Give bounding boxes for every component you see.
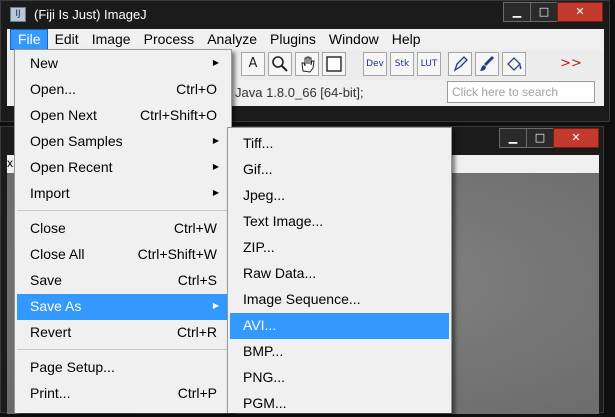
submenu-item-label: Image Sequence...	[243, 291, 361, 307]
menu-item-label: Open...	[30, 81, 76, 97]
menu-item-label: Save	[30, 272, 62, 288]
menu-file[interactable]: File	[10, 29, 48, 50]
menu-item-label: Print...	[30, 385, 71, 401]
menu-item-save-as[interactable]: Save As ▶	[17, 294, 229, 320]
menu-item-label: Page Setup...	[30, 359, 115, 375]
submenu-item-jpeg[interactable]: Jpeg...	[230, 183, 449, 209]
menu-item-print[interactable]: Print... Ctrl+P	[17, 381, 229, 407]
submenu-arrow-icon: ▶	[212, 301, 219, 310]
submenu-item-label: Raw Data...	[243, 265, 317, 281]
menu-image[interactable]: Image	[85, 29, 137, 50]
menu-item-shortcut: Ctrl+W	[173, 220, 217, 236]
menu-item-save[interactable]: Save Ctrl+S	[17, 268, 229, 294]
image-close-button[interactable]: ✕	[553, 128, 599, 148]
submenu-item-label: Jpeg...	[243, 187, 286, 203]
submenu-item-label: Gif...	[243, 161, 273, 177]
submenu-item-zip[interactable]: ZIP...	[230, 235, 449, 261]
search-field[interactable]: Click here to search	[447, 81, 595, 103]
maximize-button[interactable]: □	[530, 2, 558, 22]
status-text: Java 1.8.0_66 [64-bit];	[235, 85, 364, 100]
menu-item-open-recent[interactable]: Open Recent ▶	[17, 155, 229, 181]
submenu-item-label: PGM...	[243, 395, 287, 411]
submenu-item-pgm[interactable]: PGM...	[230, 391, 449, 417]
text-tool[interactable]: A	[241, 52, 265, 76]
menu-item-new[interactable]: New ▶	[17, 51, 229, 77]
file-menu: New ▶ Open... Ctrl+O Open Next Ctrl+Shif…	[14, 49, 232, 413]
menu-item-page-setup[interactable]: Page Setup...	[17, 355, 229, 381]
menu-item-shortcut: Ctrl+P	[177, 385, 217, 401]
menu-item-shortcut: Ctrl+Shift+W	[137, 246, 217, 262]
submenu-item-gif[interactable]: Gif...	[230, 157, 449, 183]
menu-item-label: Close All	[30, 246, 85, 262]
submenu-item-label: AVI...	[243, 317, 277, 333]
menu-separator	[17, 349, 229, 350]
close-button[interactable]: ✕	[557, 2, 603, 22]
title-bar[interactable]: IJ (Fiji Is Just) ImageJ ▁ □ ✕	[1, 1, 609, 28]
flood-fill-icon[interactable]	[502, 52, 526, 76]
submenu-item-label: PNG...	[243, 369, 286, 385]
window-title: (Fiji Is Just) ImageJ	[34, 7, 147, 22]
save-as-submenu: Tiff... Gif... Jpeg... Text Image... ZIP…	[227, 127, 452, 413]
imagej-app-icon: IJ	[10, 7, 26, 22]
menu-item-label: Import	[30, 185, 70, 201]
menu-plugins[interactable]: Plugins	[263, 29, 322, 50]
menu-edit[interactable]: Edit	[48, 29, 85, 50]
menu-item-close-all[interactable]: Close All Ctrl+Shift+W	[17, 242, 229, 268]
submenu-item-tiff[interactable]: Tiff...	[230, 131, 449, 157]
submenu-item-label: Text Image...	[243, 213, 324, 229]
menu-window[interactable]: Window	[322, 29, 385, 50]
menu-item-shortcut: Ctrl+S	[177, 272, 217, 288]
menu-item-shortcut: Ctrl+Shift+O	[139, 107, 217, 123]
menu-item-label: Revert	[30, 324, 72, 340]
submenu-item-bmp[interactable]: BMP...	[230, 339, 449, 365]
submenu-item-avi[interactable]: AVI...	[230, 313, 449, 339]
menu-item-close[interactable]: Close Ctrl+W	[17, 216, 229, 242]
hand-icon[interactable]	[295, 52, 319, 76]
menu-item-label: Open Next	[30, 107, 97, 123]
lut-tool[interactable]: LUT	[417, 52, 441, 76]
color-picker-icon[interactable]	[322, 52, 346, 76]
submenu-arrow-icon: ▶	[212, 58, 219, 67]
menu-item-label: Save As	[30, 298, 82, 314]
menu-item-shortcut: Ctrl+O	[176, 81, 217, 97]
menu-item-label: Close	[30, 220, 66, 236]
more-tools-icon[interactable]: >>	[559, 52, 583, 76]
menu-item-label: New	[30, 55, 59, 71]
minimize-button[interactable]: ▁	[503, 2, 531, 22]
submenu-item-raw-data[interactable]: Raw Data...	[230, 261, 449, 287]
menu-process[interactable]: Process	[137, 29, 201, 50]
image-minimize-button[interactable]: ▁	[499, 128, 527, 148]
menu-item-open[interactable]: Open... Ctrl+O	[17, 77, 229, 103]
menu-item-open-samples[interactable]: Open Samples ▶	[17, 129, 229, 155]
submenu-arrow-icon: ▶	[212, 188, 219, 197]
menu-item-revert[interactable]: Revert Ctrl+R	[17, 320, 229, 346]
menu-item-shortcut: Ctrl+R	[176, 324, 217, 340]
brush-icon[interactable]	[475, 52, 499, 76]
image-maximize-button[interactable]: □	[526, 128, 554, 148]
submenu-item-png[interactable]: PNG...	[230, 365, 449, 391]
submenu-arrow-icon: ▶	[212, 162, 219, 171]
menu-bar: File Edit Image Process Analyze Plugins …	[7, 29, 604, 50]
submenu-item-text-image[interactable]: Text Image...	[230, 209, 449, 235]
menu-help[interactable]: Help	[385, 29, 427, 50]
submenu-arrow-icon: ▶	[212, 136, 219, 145]
menu-item-import[interactable]: Import ▶	[17, 181, 229, 207]
submenu-item-image-sequence[interactable]: Image Sequence...	[230, 287, 449, 313]
menu-item-label: Open Samples	[30, 133, 123, 149]
menu-separator	[17, 210, 229, 211]
stk-tool[interactable]: Stk	[390, 52, 414, 76]
magnifier-icon[interactable]	[268, 52, 292, 76]
menu-item-open-next[interactable]: Open Next Ctrl+Shift+O	[17, 103, 229, 129]
submenu-item-label: BMP...	[243, 343, 284, 359]
menu-item-label: Open Recent	[30, 159, 113, 175]
dev-tool[interactable]: Dev	[363, 52, 387, 76]
pencil-icon[interactable]	[448, 52, 472, 76]
submenu-item-label: ZIP...	[243, 239, 275, 255]
menu-analyze[interactable]: Analyze	[200, 29, 263, 50]
submenu-item-label: Tiff...	[243, 135, 274, 151]
